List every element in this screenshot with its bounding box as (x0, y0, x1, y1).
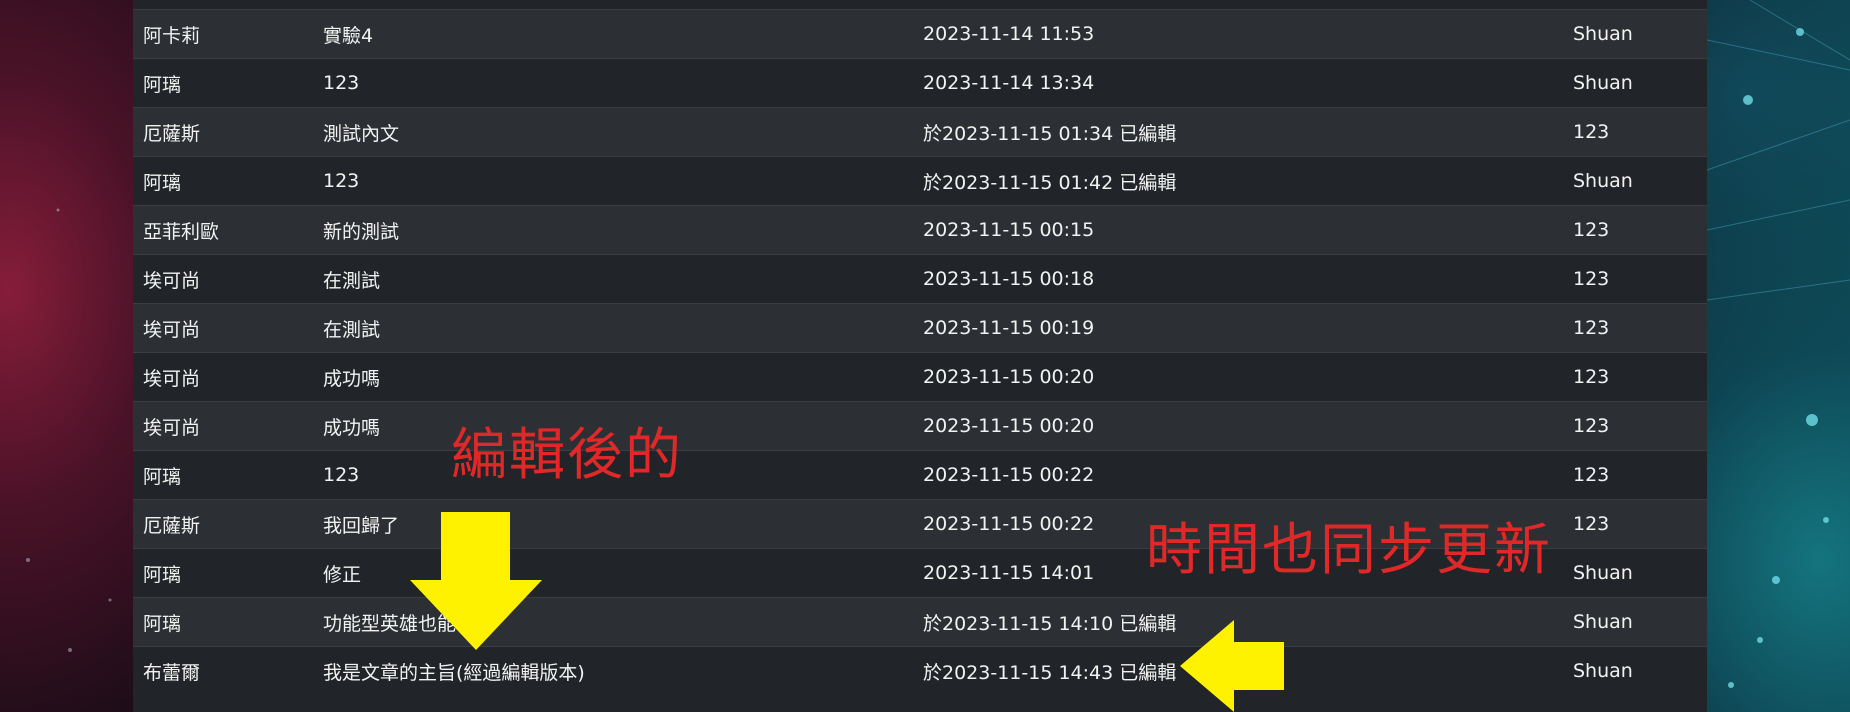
time-cell: 2023-11-14 11:53 (923, 23, 1095, 45)
table-row[interactable]: 布蕾爾 我是文章的主旨(經過編輯版本) 於2023-11-15 14:43 已編… (133, 646, 1707, 695)
content-cell: 成功嗎 (323, 367, 381, 390)
table-row[interactable]: 阿璃 123 2023-11-14 13:34 Shuan (133, 58, 1707, 107)
user-cell: 123 (1573, 464, 1610, 486)
time-cell: 2023-11-15 00:19 (923, 317, 1095, 339)
user-cell: 123 (1573, 513, 1610, 535)
table-top-edge (133, 0, 1707, 9)
table-row[interactable]: 厄薩斯 測試內文 於2023-11-15 01:34 已編輯 123 (133, 107, 1707, 156)
user-cell: 123 (1573, 317, 1610, 339)
time-synced-annotation: 時間也同步更新 (1146, 518, 1552, 583)
author-cell: 阿璃 (143, 73, 182, 96)
user-cell: 123 (1573, 366, 1610, 388)
time-cell: 2023-11-15 00:18 (923, 268, 1095, 290)
table-row[interactable]: 阿卡莉 實驗4 2023-11-14 11:53 Shuan (133, 9, 1707, 58)
table-row[interactable]: 埃可尚 成功嗎 2023-11-15 00:20 123 (133, 401, 1707, 450)
time-cell: 2023-11-15 00:20 (923, 366, 1095, 388)
author-cell: 埃可尚 (143, 367, 201, 390)
table-row[interactable]: 阿璃 功能型英雄也能輸出 於2023-11-15 14:10 已編輯 Shuan (133, 597, 1707, 646)
content-cell: 新的測試 (323, 220, 400, 243)
author-cell: 阿璃 (143, 171, 182, 194)
author-cell: 亞菲利歐 (143, 220, 220, 243)
table-bottom-edge (133, 695, 1707, 712)
content-cell: 123 (323, 72, 360, 94)
edited-annotation: 編輯後的 (451, 423, 683, 488)
time-cell: 2023-11-14 13:34 (923, 72, 1095, 94)
user-cell: Shuan (1573, 562, 1633, 584)
user-cell: Shuan (1573, 660, 1633, 682)
table-row[interactable]: 埃可尚 在測試 2023-11-15 00:18 123 (133, 254, 1707, 303)
table-row[interactable]: 阿璃 123 2023-11-15 00:22 123 (133, 450, 1707, 499)
user-cell: Shuan (1573, 72, 1633, 94)
table-row[interactable]: 阿璃 123 於2023-11-15 01:42 已編輯 Shuan (133, 156, 1707, 205)
author-cell: 埃可尚 (143, 318, 201, 341)
content-cell: 我是文章的主旨(經過編輯版本) (323, 661, 585, 684)
author-cell: 埃可尚 (143, 416, 201, 439)
left-arrow-icon (1180, 620, 1284, 712)
author-cell: 阿璃 (143, 563, 182, 586)
table-row[interactable]: 埃可尚 成功嗎 2023-11-15 00:20 123 (133, 352, 1707, 401)
table-row[interactable]: 埃可尚 在測試 2023-11-15 00:19 123 (133, 303, 1707, 352)
user-cell: 123 (1573, 121, 1610, 143)
time-cell: 於2023-11-15 01:42 已編輯 (923, 171, 1177, 194)
time-cell: 於2023-11-15 01:34 已編輯 (923, 122, 1177, 145)
time-cell: 2023-11-15 00:22 (923, 464, 1095, 486)
author-cell: 阿璃 (143, 612, 182, 635)
content-cell: 測試內文 (323, 122, 400, 145)
author-cell: 布蕾爾 (143, 661, 201, 684)
content-cell: 在測試 (323, 269, 381, 292)
content-cell: 123 (323, 170, 360, 192)
user-cell: Shuan (1573, 611, 1633, 633)
author-cell: 阿璃 (143, 465, 182, 488)
content-cell: 實驗4 (323, 24, 374, 47)
content-cell: 在測試 (323, 318, 381, 341)
author-cell: 阿卡莉 (143, 24, 201, 47)
user-cell: 123 (1573, 219, 1610, 241)
author-cell: 厄薩斯 (143, 514, 201, 537)
user-cell: Shuan (1573, 23, 1633, 45)
time-cell: 2023-11-15 00:20 (923, 415, 1095, 437)
user-cell: 123 (1573, 268, 1610, 290)
posts-table: 阿卡莉 實驗4 2023-11-14 11:53 Shuan 阿璃 123 20… (133, 9, 1707, 695)
time-cell: 2023-11-15 00:15 (923, 219, 1095, 241)
author-cell: 埃可尚 (143, 269, 201, 292)
table-row[interactable]: 亞菲利歐 新的測試 2023-11-15 00:15 123 (133, 205, 1707, 254)
down-arrow-icon (410, 512, 542, 650)
user-cell: Shuan (1573, 170, 1633, 192)
user-cell: 123 (1573, 415, 1610, 437)
author-cell: 厄薩斯 (143, 122, 201, 145)
